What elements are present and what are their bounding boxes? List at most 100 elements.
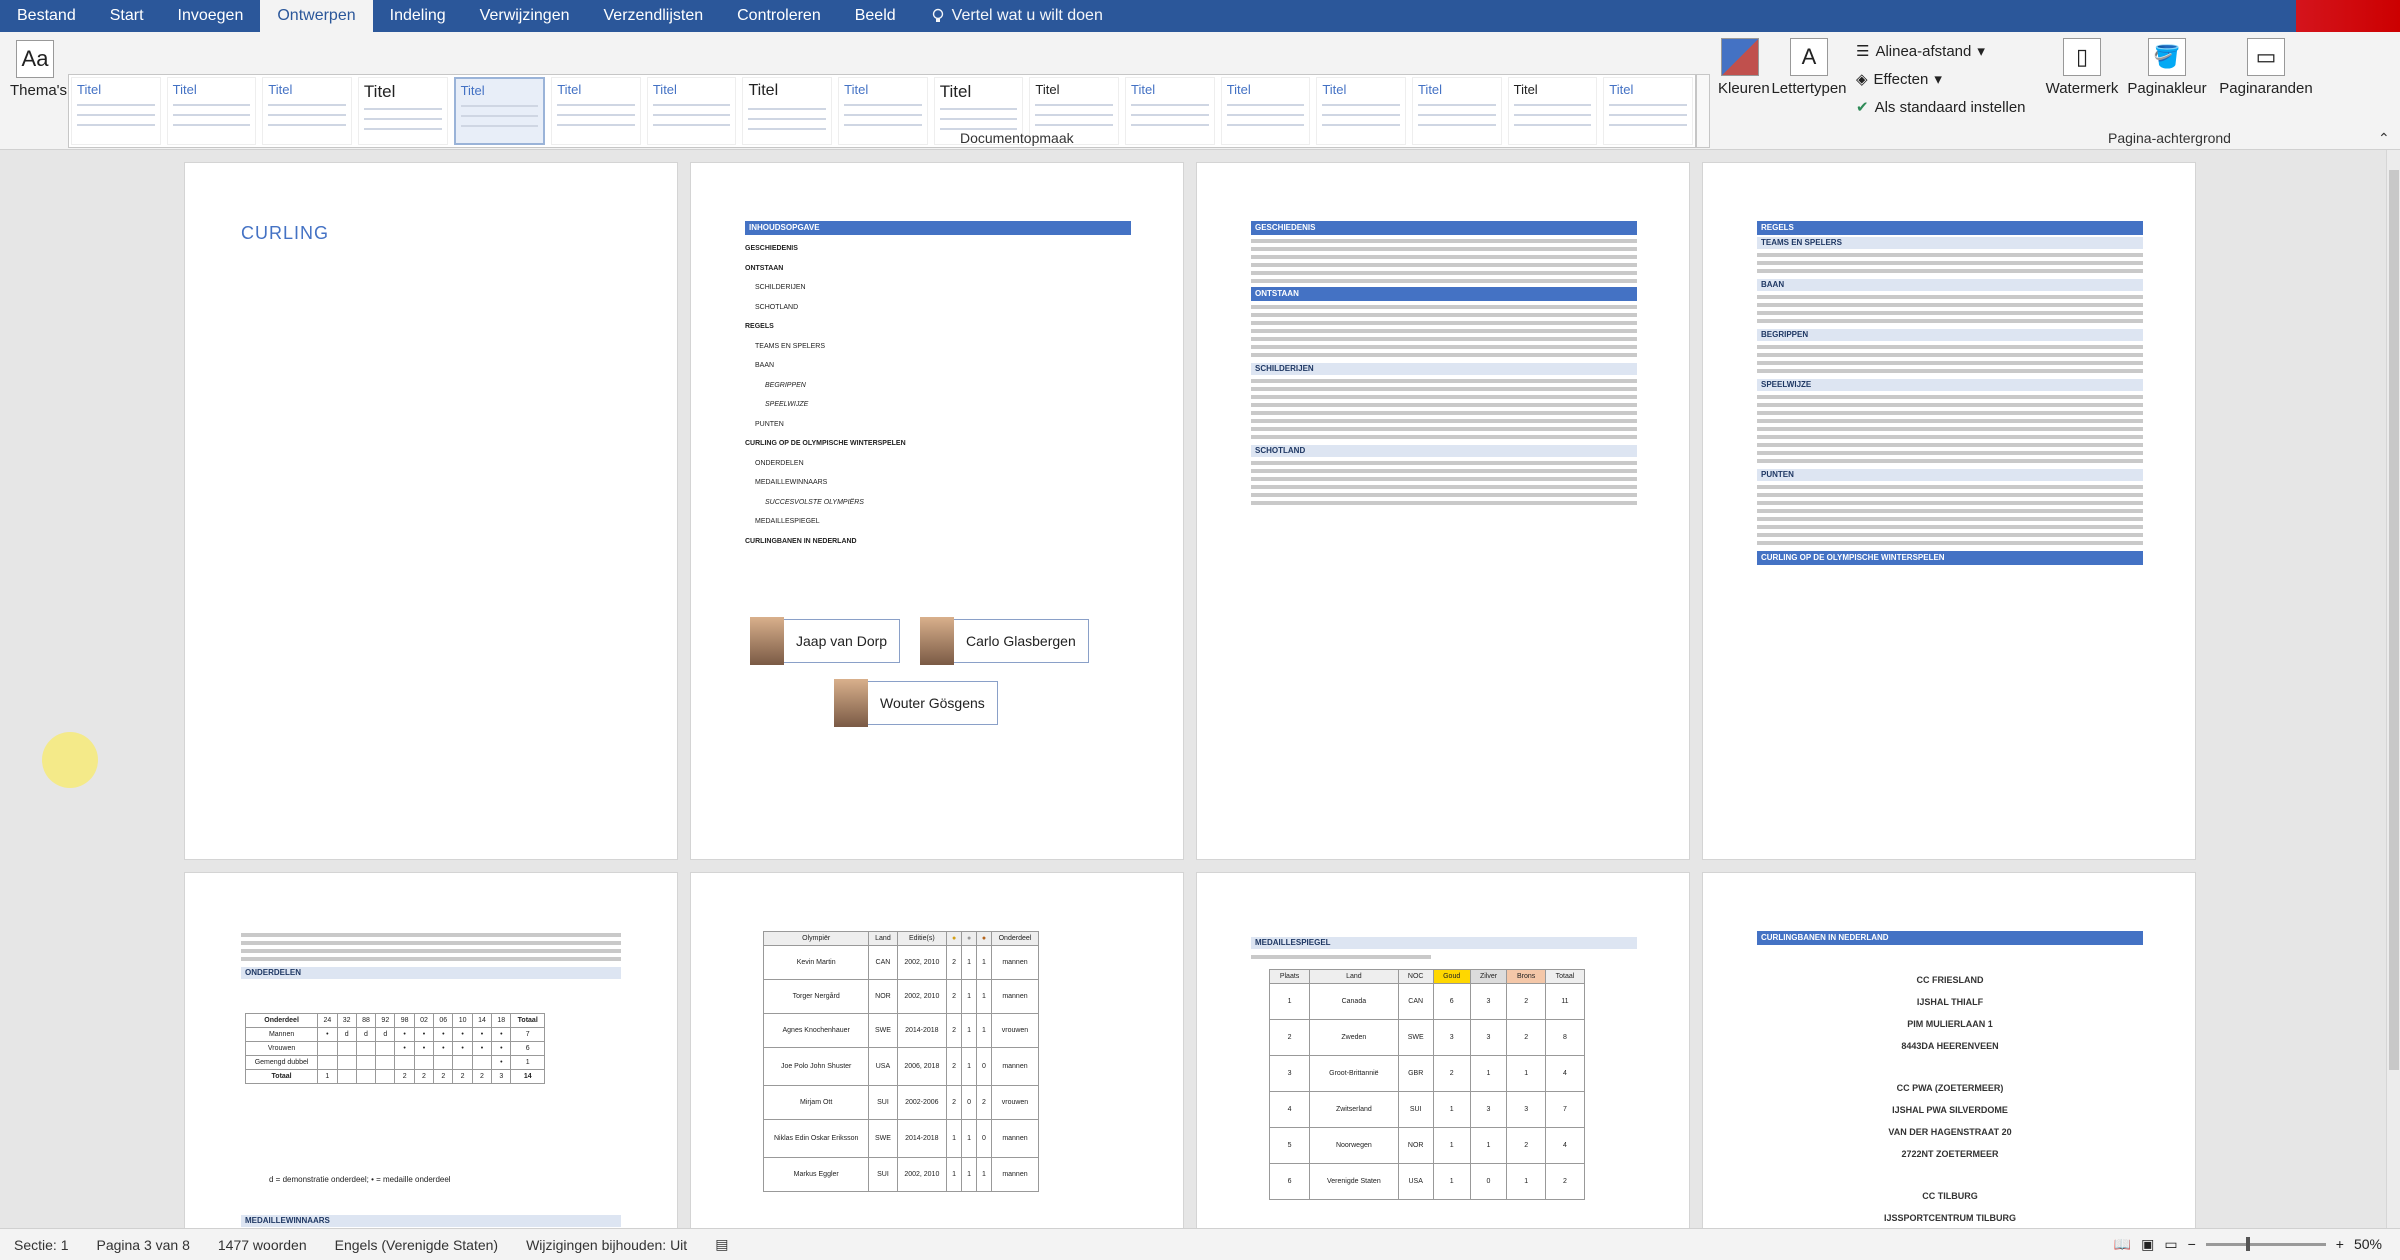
- section-heading: GESCHIEDENIS: [1251, 221, 1637, 235]
- set-default[interactable]: ✔ Als standaard instellen: [1856, 98, 2026, 117]
- toc-entry[interactable]: CURLING OP DE OLYMPISCHE WINTERSPELEN: [745, 434, 1131, 454]
- tab-invoegen[interactable]: Invoegen: [161, 0, 261, 32]
- font-icon: A: [1790, 38, 1828, 76]
- zoom-slider[interactable]: [2205, 1236, 2326, 1251]
- paragraph-spacing[interactable]: ☰ Alinea-afstand ▾: [1856, 42, 1985, 61]
- style-option[interactable]: Titel: [551, 77, 641, 145]
- style-option[interactable]: Titel: [262, 77, 352, 145]
- page-3[interactable]: GESCHIEDENIS ONTSTAAN SCHILDERIJEN SCHOT…: [1196, 162, 1690, 860]
- macro-icon[interactable]: ▤: [701, 1236, 742, 1253]
- style-option[interactable]: Titel: [166, 77, 257, 145]
- collapse-ribbon-icon[interactable]: ⌃: [2378, 130, 2390, 147]
- zoom-level[interactable]: 50%: [2354, 1236, 2382, 1252]
- style-option[interactable]: Titel: [1220, 77, 1311, 145]
- toc-entry[interactable]: BEGRIPPEN: [745, 376, 1131, 396]
- page-2[interactable]: INHOUDSOPGAVE GESCHIEDENIS ONTSTAAN SCHI…: [690, 162, 1184, 860]
- style-option[interactable]: Titel: [71, 77, 161, 145]
- style-option[interactable]: Titel: [838, 77, 928, 145]
- status-page[interactable]: Pagina 3 van 8: [82, 1237, 203, 1253]
- tab-ontwerpen[interactable]: Ontwerpen: [260, 0, 373, 32]
- page-8[interactable]: CURLINGBANEN IN NEDERLAND CC FRIESLAND IJ…: [1702, 872, 2196, 1228]
- style-option[interactable]: Titel: [742, 77, 833, 145]
- section-heading: CURLING OP DE OLYMPISCHE WINTERSPELEN: [1757, 551, 2143, 565]
- org-node[interactable]: Wouter Gösgens: [834, 679, 998, 727]
- style-option[interactable]: Titel: [1603, 77, 1693, 145]
- avatar: [920, 617, 954, 665]
- toc-entry[interactable]: MEDAILLEWINNAARS: [745, 473, 1131, 493]
- style-option[interactable]: Titel: [1316, 77, 1406, 145]
- gallery-scroll[interactable]: [1696, 74, 1710, 148]
- print-layout-icon[interactable]: ▣: [2141, 1236, 2154, 1253]
- toc-entry[interactable]: ONTSTAAN: [745, 259, 1131, 279]
- tell-me-search[interactable]: Vertel wat u wilt doen: [913, 0, 1120, 32]
- zoom-out-button[interactable]: −: [2188, 1236, 2196, 1252]
- zoom-in-button[interactable]: +: [2336, 1236, 2344, 1252]
- page-borders-button[interactable]: ▭ Paginaranden: [2212, 38, 2320, 97]
- tab-beeld[interactable]: Beeld: [838, 0, 913, 32]
- toc-entry[interactable]: REGELS: [745, 317, 1131, 337]
- style-gallery[interactable]: Titel Titel Titel Titel Titel Titel Tite…: [68, 74, 1696, 148]
- status-section[interactable]: Sectie: 1: [0, 1237, 82, 1253]
- fonts-button[interactable]: A Lettertypen: [1770, 38, 1848, 97]
- olympians-table: Olympiër Land Editie(s) ● ● ● Onderdeel Ke…: [762, 931, 1040, 1192]
- pointer-highlight: [42, 732, 98, 788]
- style-option[interactable]: Titel: [1411, 77, 1502, 145]
- style-option[interactable]: Titel: [1507, 77, 1598, 145]
- paragraph-spacing-icon: ☰: [1856, 43, 1870, 60]
- style-option[interactable]: Titel: [646, 77, 737, 145]
- status-words[interactable]: 1477 woorden: [204, 1237, 321, 1253]
- page-6[interactable]: Olympiër Land Editie(s) ● ● ● Onderdeel Ke…: [690, 872, 1184, 1228]
- section-subheading: BAAN: [1757, 279, 2143, 291]
- section-subheading: ONDERDELEN: [241, 967, 621, 979]
- chevron-down-icon: ▾: [1977, 43, 1985, 60]
- org-node-label: Wouter Gösgens: [880, 695, 985, 711]
- page-7[interactable]: MEDAILLESPIEGEL Plaats Land NOC Goud Zilver…: [1196, 872, 1690, 1228]
- toc-entry[interactable]: TEAMS EN SPELERS: [745, 337, 1131, 357]
- toc-entry[interactable]: MEDAILLESPIEGEL: [745, 512, 1131, 532]
- style-option-selected[interactable]: Titel: [453, 77, 546, 145]
- section-subheading: MEDAILLESPIEGEL: [1251, 937, 1637, 949]
- style-option[interactable]: Titel: [1125, 77, 1215, 145]
- toc-entry[interactable]: GESCHIEDENIS: [745, 239, 1131, 259]
- status-language[interactable]: Engels (Verenigde Staten): [321, 1237, 512, 1253]
- colors-button[interactable]: Kleuren: [1718, 38, 1770, 97]
- page-4[interactable]: REGELS TEAMS EN SPELERS BAAN BEGRIPPEN S…: [1702, 162, 2196, 860]
- document-workspace[interactable]: CURLING INHOUDSOPGAVE GESCHIEDENIS ONTST…: [0, 150, 2386, 1228]
- toc-entry[interactable]: PUNTEN: [745, 415, 1131, 435]
- tab-controleren[interactable]: Controleren: [720, 0, 838, 32]
- scroll-thumb[interactable]: [2389, 170, 2399, 1070]
- web-layout-icon[interactable]: ▭: [2164, 1236, 2177, 1253]
- toc-entry[interactable]: BAAN: [745, 356, 1131, 376]
- tab-bestand[interactable]: Bestand: [0, 0, 93, 32]
- page-color-button[interactable]: 🪣 Paginakleur: [2122, 38, 2212, 97]
- tab-verwijzingen[interactable]: Verwijzingen: [463, 0, 587, 32]
- toc-entry[interactable]: SCHOTLAND: [745, 298, 1131, 318]
- org-node[interactable]: Jaap van Dorp: [750, 617, 901, 665]
- toc-entry[interactable]: SPEELWIJZE: [745, 395, 1131, 415]
- page-borders-icon: ▭: [2247, 38, 2285, 76]
- tab-indeling[interactable]: Indeling: [373, 0, 463, 32]
- toc-entry[interactable]: ONDERDELEN: [745, 454, 1131, 474]
- themes-icon: Aa: [16, 40, 54, 78]
- org-node[interactable]: Carlo Glasbergen: [920, 617, 1089, 665]
- page-1[interactable]: CURLING: [184, 162, 678, 860]
- toc-entry[interactable]: CURLINGBANEN IN NEDERLAND: [745, 532, 1131, 552]
- style-option[interactable]: Titel: [357, 77, 448, 145]
- set-default-label: Als standaard instellen: [1874, 98, 2026, 116]
- tab-verzendlijsten[interactable]: Verzendlijsten: [587, 0, 721, 32]
- ribbon-tabbar: Bestand Start Invoegen Ontwerpen Indelin…: [0, 0, 2400, 32]
- read-mode-icon[interactable]: 📖: [2114, 1236, 2131, 1253]
- themes-button[interactable]: Aa Thema's: [10, 40, 67, 99]
- avatar: [834, 679, 868, 727]
- page-5[interactable]: ONDERDELEN Onderdeel 24 32 88 92 98 02 06 10 14 18…: [184, 872, 678, 1228]
- effects[interactable]: ◈ Effecten ▾: [1856, 70, 1942, 89]
- vertical-scrollbar[interactable]: [2386, 150, 2400, 1228]
- section-subheading: SCHILDERIJEN: [1251, 363, 1637, 375]
- status-bar: Sectie: 1 Pagina 3 van 8 1477 woorden En…: [0, 1228, 2400, 1260]
- tab-start[interactable]: Start: [93, 0, 161, 32]
- status-track-changes[interactable]: Wijzigingen bijhouden: Uit: [512, 1237, 701, 1253]
- palette-icon: [1721, 38, 1759, 76]
- toc-entry[interactable]: SUCCESVOLSTE OLYMPIËRS: [745, 493, 1131, 513]
- watermark-button[interactable]: ▯ Watermerk: [2040, 38, 2124, 97]
- toc-entry[interactable]: SCHILDERIJEN: [745, 278, 1131, 298]
